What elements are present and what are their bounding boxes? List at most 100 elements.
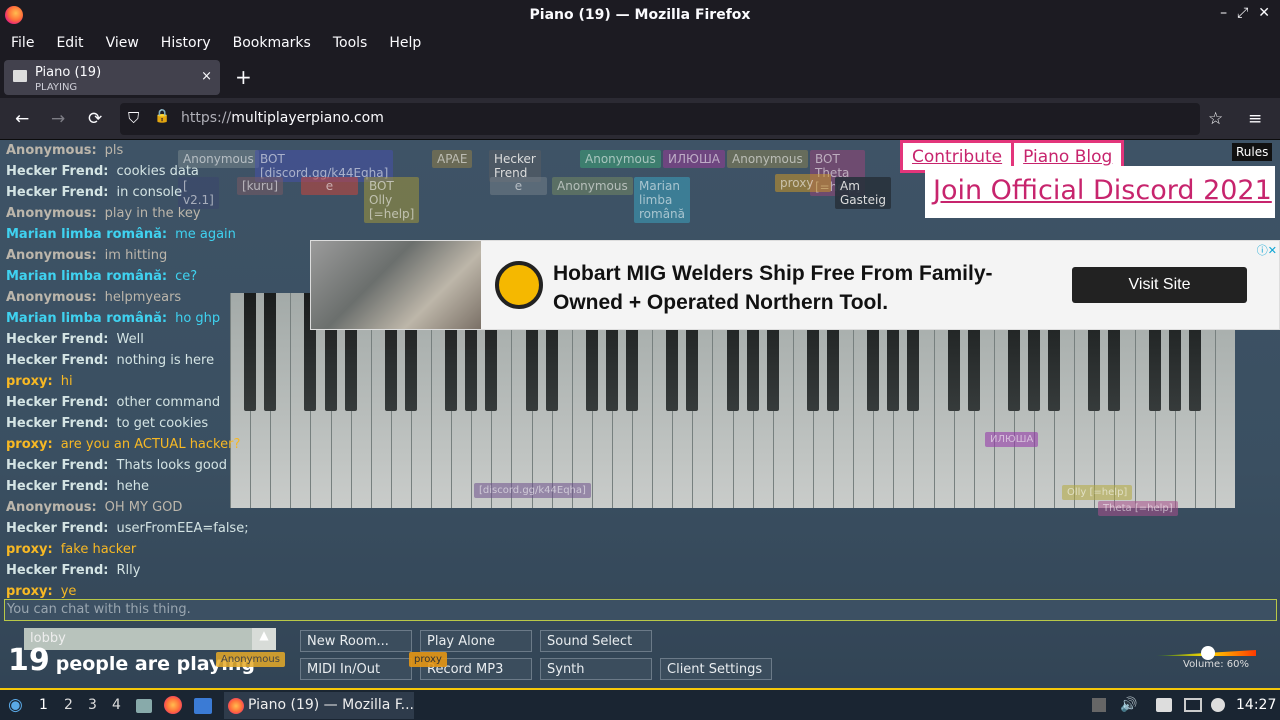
chat-author: Hecker Frend: [6,479,109,494]
chat-author: Hecker Frend: [6,563,109,578]
chat-author: Hecker Frend: [6,332,109,347]
terminal-icon[interactable] [194,698,212,714]
minimize-button[interactable]: – [1220,5,1227,21]
player-tag[interactable]: APAE [432,150,473,168]
synth-button[interactable]: Synth [540,658,652,680]
chat-text: ye [60,584,77,599]
discord-link[interactable]: Join Official Discord 2021 [925,166,1275,218]
chat-message: Hecker Frend: other command [6,392,316,413]
client-settings-button[interactable]: Client Settings [660,658,772,680]
menu-history[interactable]: History [150,35,222,51]
workspace-4[interactable]: 4 [112,697,121,713]
chat-text: ce? [175,269,198,284]
close-window-button[interactable]: ✕ [1258,5,1270,21]
ad-headline: Hobart MIG Welders Ship Free From Family… [553,262,993,314]
play-alone-button[interactable]: Play Alone [420,630,532,652]
chat-message: Hecker Frend: Rlly [6,560,316,581]
tab-status: PLAYING [35,82,78,93]
chat-author: Hecker Frend: [6,458,109,473]
chat-message: Hecker Frend: Well [6,329,316,350]
rules-button[interactable]: Rules [1232,143,1273,161]
start-menu-icon[interactable]: ◉ [8,695,23,715]
workspace-3[interactable]: 3 [88,697,97,713]
visit-site-button[interactable]: Visit Site [1072,267,1247,303]
workspace-1[interactable]: 1 [39,697,48,713]
url-bar[interactable]: ⛉ 🔒 https://multiplayerpiano.com [120,103,1200,135]
chat-text: Thats looks good [116,458,228,473]
taskbar: ◉ 1 2 3 4 Piano (19) — Mozilla F... 🔊 14… [0,688,1280,720]
chat-text: OH MY GOD [104,500,183,515]
bookmark-star-icon[interactable]: ☆ [1208,109,1223,129]
window-titlebar: Piano (19) — Mozilla Firefox – ⤢ ✕ [0,0,1280,30]
workspace-2[interactable]: 2 [64,697,73,713]
chat-text: in console [116,185,183,200]
player-tag[interactable]: proxy [775,174,831,192]
menu-view[interactable]: View [95,35,150,51]
updates-icon[interactable] [1211,698,1225,712]
menu-tools[interactable]: Tools [322,35,379,51]
cursor-label: [discord.gg/k44Eqha] [474,483,591,498]
player-tag[interactable]: Anonymous [580,150,661,168]
cursor-label: Anonymous [216,652,285,667]
chat-text: nothing is here [116,353,215,368]
player-tag[interactable]: Anonymous [552,177,633,195]
piano-favicon-icon [13,70,27,82]
chat-input[interactable]: You can chat with this thing. [4,599,1277,621]
maximize-button[interactable]: ⤢ [1237,5,1248,21]
menu-file[interactable]: File [0,35,45,51]
close-tab-icon[interactable]: × [201,69,212,84]
menu-edit[interactable]: Edit [45,35,94,51]
clipboard-icon[interactable] [1156,698,1172,712]
volume-knob[interactable] [1201,646,1215,660]
tray-expand-icon[interactable] [1092,698,1106,712]
forward-icon[interactable]: → [51,109,65,129]
player-tag[interactable]: Marian limba română [634,177,691,223]
file-manager-icon[interactable] [136,699,152,713]
volume-slider[interactable]: Volume: 60% [1152,646,1276,672]
chat-author: Hecker Frend: [6,521,109,536]
chat-message: proxy: are you an ACTUAL hacker? [6,434,316,455]
back-icon[interactable]: ← [15,109,29,129]
chat-log: Anonymous: pls Hecker Frend: cookies data He… [6,140,316,602]
chat-message: Hecker Frend: nothing is here [6,350,316,371]
midi-button[interactable]: MIDI In/Out [300,658,412,680]
chat-message: Anonymous: play in the key [6,203,316,224]
tab-piano[interactable]: Piano (19) PLAYING × [4,60,220,95]
reload-icon[interactable]: ⟳ [88,109,102,129]
chat-message: proxy: fake hacker [6,539,316,560]
volume-icon[interactable]: 🔊 [1120,697,1137,713]
window-title: Piano (19) — Mozilla Firefox [529,7,751,23]
display-icon[interactable] [1184,698,1202,712]
menu-bookmarks[interactable]: Bookmarks [222,35,322,51]
room-arrow-icon[interactable]: ▲ [252,628,276,650]
chat-author: Anonymous: [6,500,97,515]
player-tag[interactable]: Anonymous [727,150,808,168]
player-tag[interactable]: BOT Olly [=help] [364,177,420,223]
player-tag[interactable]: Am Gasteig [835,177,891,209]
new-room-button[interactable]: New Room... [300,630,412,652]
advertisement-banner[interactable]: Hobart MIG Welders Ship Free From Family… [310,240,1280,330]
chat-message: Hecker Frend: cookies data [6,161,316,182]
taskbar-firefox-window[interactable]: Piano (19) — Mozilla F... [224,692,414,719]
chat-message: Anonymous: pls [6,140,316,161]
chat-text: helpmyears [104,290,182,305]
menu-help[interactable]: Help [378,35,432,51]
tab-bar: Piano (19) PLAYING × [0,56,1280,98]
chat-message: Hecker Frend: to get cookies [6,413,316,434]
ad-close-icon[interactable]: ⓘ✕ [1257,242,1277,258]
chat-message: Marian limba română: ce? [6,266,316,287]
lock-icon[interactable]: 🔒 [154,109,170,124]
firefox-launcher-icon[interactable] [164,696,182,714]
chat-author: Hecker Frend: [6,185,109,200]
player-tag[interactable]: ИЛЮША [663,150,725,168]
player-tag[interactable]: e [490,177,547,195]
piano-page: Anonymous BOT [discord.gg/k44Eqha] APAE … [0,140,1280,688]
chat-author: Hecker Frend: [6,353,109,368]
new-tab-button[interactable]: + [235,65,252,89]
sound-select-button[interactable]: Sound Select [540,630,652,652]
chat-author: Marian limba română: [6,269,168,284]
chat-message: Hecker Frend: in console [6,182,316,203]
shield-icon[interactable]: ⛉ [128,109,139,127]
chat-text: are you an ACTUAL hacker? [60,437,241,452]
app-menu-icon[interactable]: ≡ [1248,109,1262,129]
